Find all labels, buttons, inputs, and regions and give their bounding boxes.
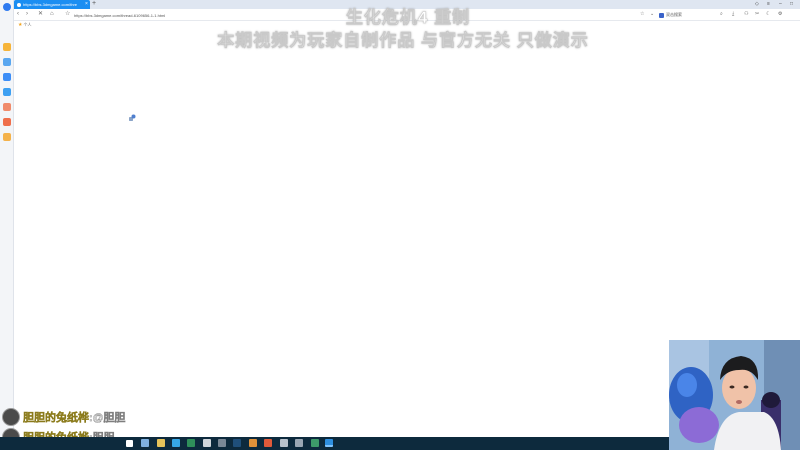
- file-explorer-icon[interactable]: [157, 439, 165, 447]
- game-icon[interactable]: [3, 118, 11, 126]
- start-icon[interactable]: [126, 440, 133, 447]
- edge-icon[interactable]: [172, 439, 180, 447]
- webcam-feed: [669, 340, 800, 450]
- chat-message: 胆胆的兔纸桦:@胆胆: [2, 408, 126, 426]
- app-icon[interactable]: [264, 439, 272, 447]
- app-icon[interactable]: [311, 439, 319, 447]
- chrome-icon[interactable]: [249, 439, 257, 447]
- stream-title-line2: 本期视频为玩家自制作品 与官方无关 只做演示: [217, 31, 589, 51]
- taskbar: [0, 437, 670, 450]
- sidebar: [0, 0, 14, 437]
- translate-icon[interactable]: [3, 73, 11, 81]
- obs-icon[interactable]: [280, 439, 288, 447]
- screen: https://bbs.3dmgame.com/thre × + ◇ ≡ – □…: [0, 0, 800, 450]
- search-icon[interactable]: [141, 439, 149, 447]
- cloud-icon[interactable]: [3, 58, 11, 66]
- task-view-icon[interactable]: [295, 439, 303, 447]
- qq-browser-icon[interactable]: [325, 439, 333, 447]
- avatar: [2, 408, 20, 426]
- app-icon[interactable]: [3, 133, 11, 141]
- steam-icon[interactable]: [233, 439, 241, 447]
- xbox-icon[interactable]: [203, 439, 211, 447]
- calendar-icon[interactable]: [3, 88, 11, 96]
- chat-username: 胆胆的兔纸桦: [23, 412, 89, 424]
- stream-title-line1: 生化危机4 重制: [345, 8, 471, 28]
- video-icon[interactable]: [3, 103, 11, 111]
- store-icon[interactable]: [187, 439, 195, 447]
- terminal-icon[interactable]: [218, 439, 226, 447]
- chat-content: @胆胆: [92, 412, 126, 424]
- loading-icon: [129, 114, 136, 121]
- chat-line: 胆胆的兔纸桦:@胆胆: [23, 409, 126, 425]
